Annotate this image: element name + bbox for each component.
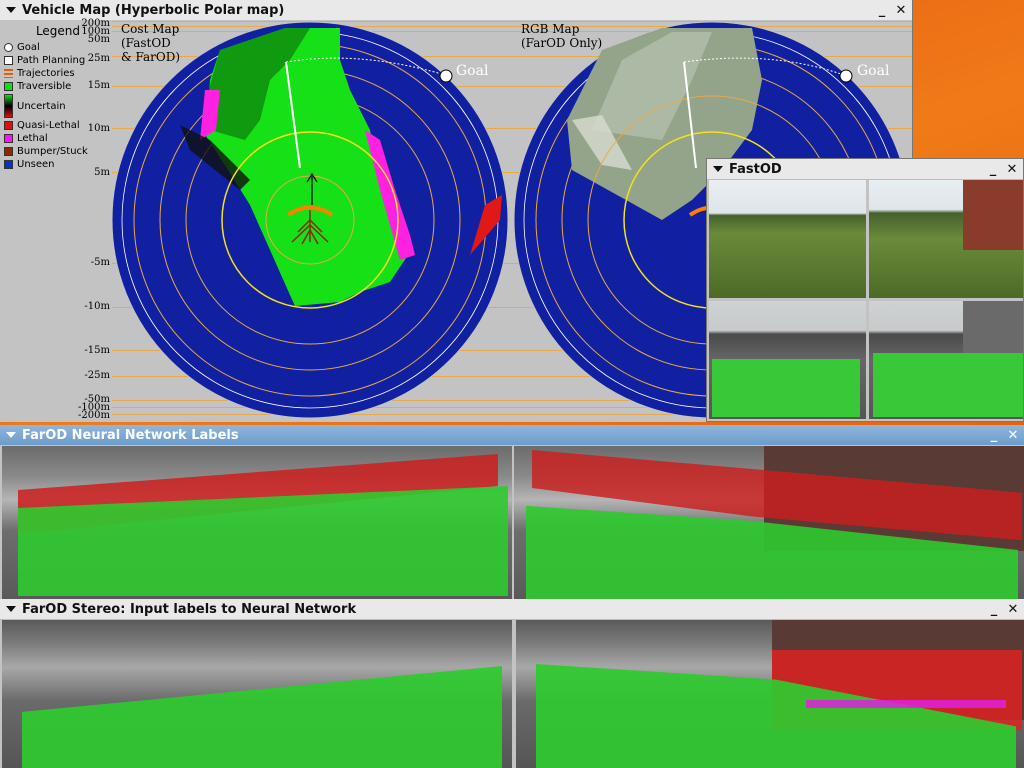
minimize-button[interactable]: _ [985,161,1001,177]
close-button[interactable]: ✕ [1005,601,1021,617]
window-menu-icon[interactable] [713,166,723,172]
brick-building-image [963,180,1023,250]
farod-stereo-title: FarOD Stereo: Input labels to Neural Net… [22,601,357,617]
farod-nn-title: FarOD Neural Network Labels [22,427,239,443]
cost-map-label: Cost Map (FastOD & FarOD) [121,22,181,64]
swatch-icon [4,134,13,143]
range-label: 5m [94,167,110,178]
fastod-right-label-image [869,301,1023,419]
range-label: 15m [87,80,110,91]
swatch-icon [4,94,13,118]
close-button[interactable]: ✕ [1005,427,1021,443]
farod-stereo-window: FarOD Stereo: Input labels to Neural Net… [0,599,1024,768]
legend-item-bumper-stuck: Bumper/Stuck [4,145,112,158]
window-menu-icon[interactable] [6,7,16,13]
fastod-window: FastOD _ ✕ [706,158,1024,422]
range-label: -15m [84,345,110,356]
legend-item-uncertain: Uncertain [4,93,112,119]
fastod-titlebar[interactable]: FastOD _ ✕ [707,159,1023,180]
fastod-left-camera-image [709,180,866,298]
minimize-button[interactable]: _ [874,2,890,18]
range-label: -25m [84,370,110,381]
close-button[interactable]: ✕ [893,2,909,18]
fastod-title: FastOD [729,161,782,177]
farod-nn-window: FarOD Neural Network Labels _ ✕ [0,425,1024,599]
minimize-button[interactable]: _ [986,427,1002,443]
fastod-left-label-image [709,301,866,419]
swatch-icon [4,160,13,169]
cost-map[interactable] [110,20,510,422]
rgb-map-label: RGB Map (FarOD Only) [521,22,603,50]
farod-nn-titlebar[interactable]: FarOD Neural Network Labels _ ✕ [0,425,1024,445]
swatch-icon [4,82,13,91]
range-label: 25m [87,53,110,64]
range-label: -200m [78,410,110,421]
farod-stereo-titlebar[interactable]: FarOD Stereo: Input labels to Neural Net… [0,599,1024,620]
vehicle-map-titlebar[interactable]: Vehicle Map (Hyperbolic Polar map) _ ✕ [0,0,912,21]
swatch-icon [4,147,13,156]
goal-circle-icon [4,43,13,52]
swatch-icon [4,56,13,65]
range-label: 10m [87,123,110,134]
swatch-icon [4,69,13,78]
range-label: 50m [87,34,110,45]
goal-label: Goal [857,63,890,79]
legend-item-trajectories: Trajectories [4,67,112,80]
goal-label: Goal [456,63,489,79]
farod-stereo-right-image [516,620,1024,768]
fastod-right-camera-image [869,180,1023,298]
farod-nn-left-image [2,446,512,599]
range-label: -10m [84,301,110,312]
minimize-button[interactable]: _ [986,601,1002,617]
window-menu-icon[interactable] [6,432,16,438]
vehicle-map-title: Vehicle Map (Hyperbolic Polar map) [22,2,285,18]
swatch-icon [4,121,13,130]
farod-nn-right-image [514,446,1024,599]
close-button[interactable]: ✕ [1004,161,1020,177]
farod-stereo-left-image [2,620,512,768]
window-menu-icon[interactable] [6,606,16,612]
range-label: -5m [90,257,110,268]
legend: Legend Goal Path Planning Trajectories T… [4,24,112,171]
